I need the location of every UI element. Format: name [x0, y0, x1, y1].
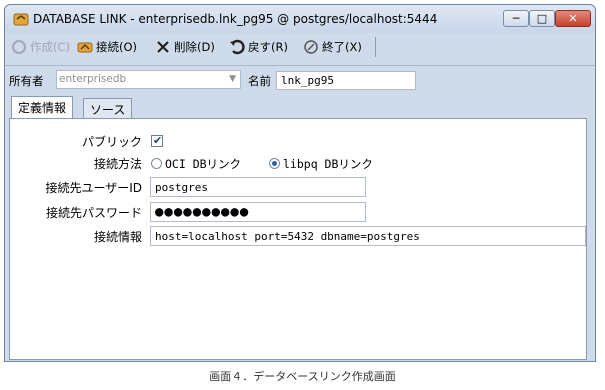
create-label: 作成(C)	[30, 40, 71, 54]
revert-icon	[230, 39, 245, 55]
maximize-button[interactable]: □	[529, 10, 555, 27]
connect-icon	[77, 42, 93, 53]
create-button[interactable]: 作成(C)	[11, 38, 70, 56]
public-checkbox[interactable]: ✔	[151, 134, 163, 147]
radio-libpq[interactable]	[269, 158, 280, 169]
info-label: 接続情報	[93, 230, 142, 244]
owner-bar: 所有者 enterprisedb ▼ 名前 lnk_pg95	[5, 65, 595, 96]
connect-button[interactable]: 接続(O)	[77, 38, 137, 56]
database-link-icon	[13, 13, 29, 26]
delete-icon	[157, 41, 169, 53]
public-label-wrap: パブリック	[10, 133, 142, 149]
definition-panel: パブリック ✔ 接続方法 OCI DBリンク libpq DBリンク 接続先ユー…	[9, 118, 587, 360]
close-icon: ✕	[568, 12, 578, 25]
title-bar: DATABASE LINK - enterprisedb.lnk_pg95 @ …	[5, 5, 595, 33]
owner-select[interactable]: enterprisedb ▼	[56, 70, 241, 89]
owner-value: enterprisedb	[59, 73, 127, 85]
create-icon	[12, 40, 26, 54]
check-icon: ✔	[153, 134, 163, 147]
password-label-wrap: 接続先パスワード	[10, 204, 142, 220]
exit-button[interactable]: 終了(X)	[303, 38, 362, 56]
toolbar-separator	[375, 37, 376, 57]
password-label: 接続先パスワード	[45, 206, 142, 220]
info-label-wrap: 接続情報	[10, 228, 142, 244]
connect-label: 接続(O)	[96, 40, 138, 54]
radio-libpq-label: libpq DBリンク	[283, 157, 373, 171]
tab-source[interactable]: ソース	[83, 98, 133, 118]
user-label-wrap: 接続先ユーザーID	[10, 179, 142, 195]
minimize-icon: ─	[512, 12, 520, 25]
figure-caption: 画面４．データベースリンク作成画面	[209, 370, 396, 383]
exit-icon	[304, 40, 318, 54]
delete-button[interactable]: 削除(D)	[155, 38, 215, 56]
tab-definition[interactable]: 定義情報	[11, 96, 74, 118]
radio-oci-label: OCI DBリンク	[165, 157, 242, 171]
revert-button[interactable]: 戻す(R)	[229, 38, 288, 56]
maximize-icon: □	[536, 12, 548, 25]
tab-bar: 定義情報 ソース	[5, 96, 595, 118]
radio-oci[interactable]	[151, 158, 162, 169]
window-title: DATABASE LINK - enterprisedb.lnk_pg95 @ …	[33, 12, 438, 26]
user-input[interactable]: postgres	[150, 177, 366, 197]
toolbar: 作成(C) 接続(O) 削除(D) 戻す(R) 終了(X)	[5, 33, 595, 61]
method-label: 接続方法	[93, 157, 142, 171]
method-label-wrap: 接続方法	[10, 155, 142, 171]
database-link-window: DATABASE LINK - enterprisedb.lnk_pg95 @ …	[4, 4, 596, 362]
minimize-button[interactable]: ─	[503, 10, 529, 27]
connection-info-input[interactable]: host=localhost port=5432 dbname=postgres	[150, 226, 586, 246]
name-label: 名前	[248, 74, 271, 88]
name-input[interactable]: lnk_pg95	[276, 71, 416, 90]
owner-label: 所有者	[9, 74, 44, 88]
public-label: パブリック	[81, 135, 142, 149]
chevron-down-icon: ▼	[229, 74, 236, 84]
close-button[interactable]: ✕	[555, 10, 591, 27]
password-input[interactable]: ●●●●●●●●●●	[150, 202, 366, 222]
delete-label: 削除(D)	[174, 40, 215, 54]
revert-label: 戻す(R)	[248, 40, 288, 54]
user-label: 接続先ユーザーID	[45, 181, 142, 195]
exit-label: 終了(X)	[322, 40, 362, 54]
